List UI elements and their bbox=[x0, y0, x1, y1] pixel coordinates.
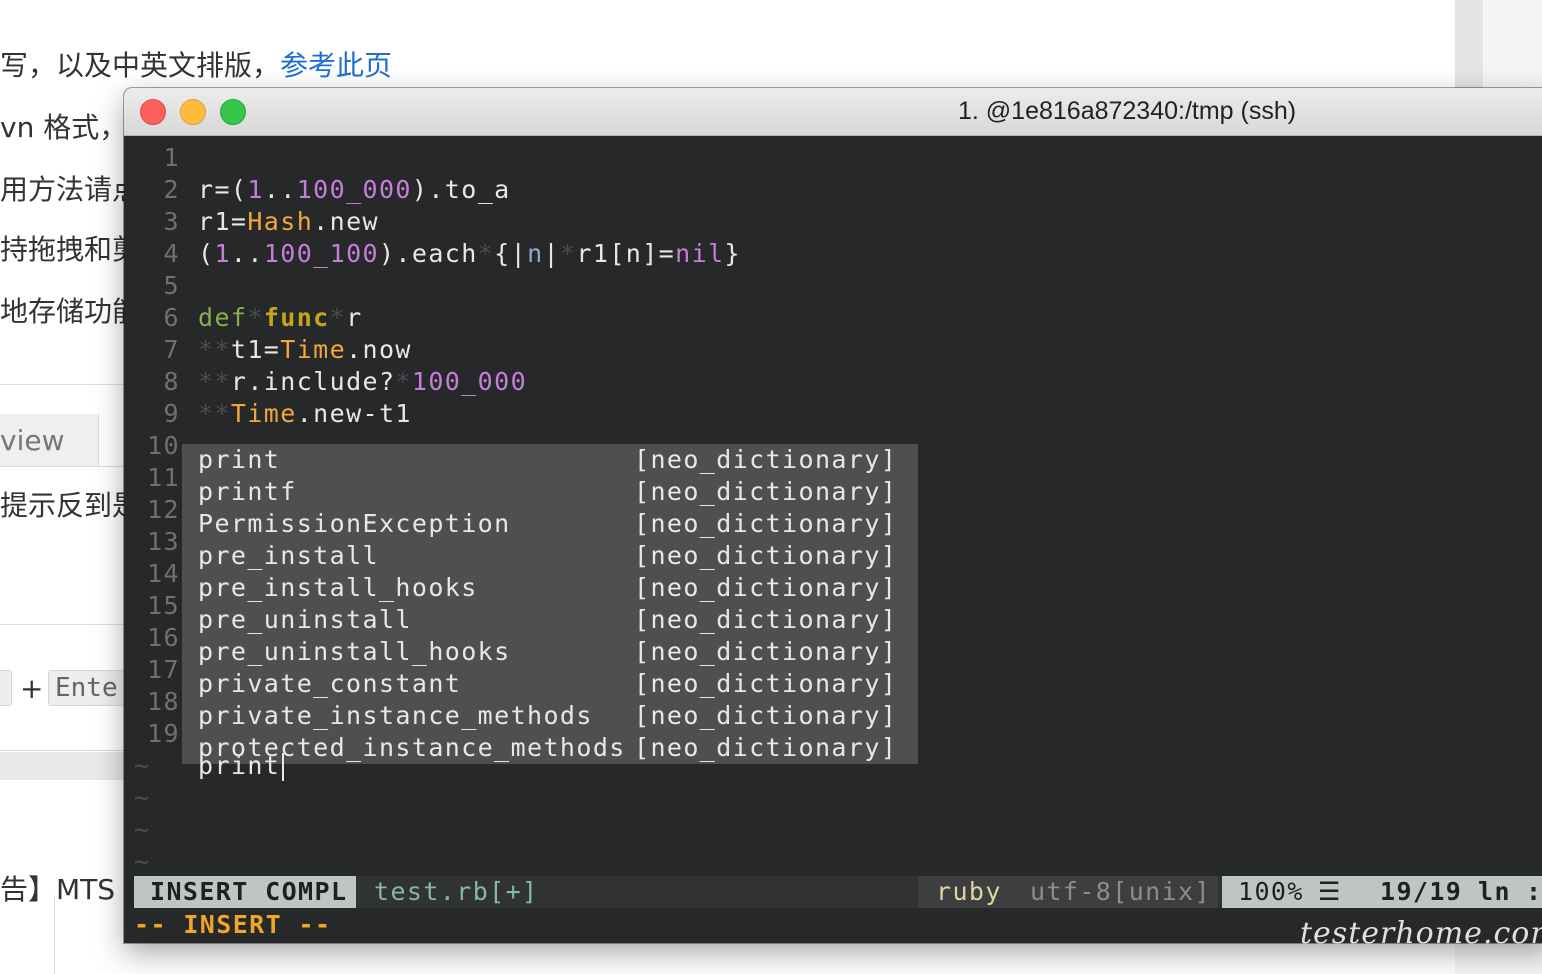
background-text-line: 用方法请点 bbox=[0, 173, 141, 206]
background-strip bbox=[0, 752, 130, 780]
line-number: 17 bbox=[147, 655, 180, 684]
empty-line-tilde: ~ bbox=[134, 847, 151, 876]
mode-indicator: INSERT COMPL bbox=[134, 876, 356, 908]
cursor-position: 19/19 bbox=[1380, 877, 1463, 906]
line-number: 16 bbox=[147, 623, 180, 652]
code-line: **r.include?*100_000 bbox=[198, 367, 528, 396]
completion-item[interactable]: private_instance_methods [neo_dictionary] bbox=[182, 700, 918, 732]
line-number: 15 bbox=[147, 591, 180, 620]
completion-popup[interactable]: print [neo_dictionary] printf [neo_diction… bbox=[182, 444, 918, 764]
background-divider bbox=[54, 895, 55, 974]
window-title: 1. @1e816a872340:/tmp (ssh) bbox=[958, 97, 1297, 125]
completion-item[interactable]: pre_install [neo_dictionary] bbox=[182, 540, 918, 572]
keyboard-key-enter: Ente bbox=[48, 670, 125, 706]
command-line-message: -- INSERT -- bbox=[134, 910, 332, 939]
reference-link[interactable]: 参考此页 bbox=[280, 49, 392, 82]
preview-tab-label: view bbox=[0, 424, 65, 457]
completion-item[interactable]: printf [neo_dictionary] bbox=[182, 476, 918, 508]
line-label: ln bbox=[1478, 877, 1511, 906]
window-titlebar[interactable]: 1. @1e816a872340:/tmp (ssh) bbox=[124, 88, 1542, 136]
watermark-logo: testerhome.com bbox=[1300, 916, 1542, 951]
menu-icon: ☰ bbox=[1318, 877, 1342, 906]
key-plus: + bbox=[20, 672, 44, 705]
background-text-line: 提示反到是 bbox=[0, 489, 141, 522]
file-name: test.rb[+] bbox=[374, 877, 539, 906]
code-line: r=(1..100_000).to_a bbox=[198, 175, 511, 204]
code-line: r1=Hash.new bbox=[198, 207, 379, 236]
preview-tab[interactable]: view bbox=[0, 414, 99, 466]
background-divider bbox=[0, 466, 130, 467]
code-line: (1..100_100).each*{|n|*r1[n]=nil} bbox=[198, 239, 741, 268]
background-text: 写，以及中英文排版， bbox=[0, 49, 281, 82]
filetype-section: ruby utf-8[unix] bbox=[918, 876, 1218, 908]
code-line: **Time.new-t1 bbox=[198, 399, 412, 428]
line-number: 11 bbox=[147, 463, 180, 492]
minimize-window-button[interactable] bbox=[180, 99, 206, 125]
line-number: 14 bbox=[147, 559, 180, 588]
column-indicator: : bbox=[1526, 877, 1542, 906]
line-number: 13 bbox=[147, 527, 180, 556]
keyboard-key bbox=[0, 670, 12, 706]
empty-line-tilde: ~ bbox=[134, 751, 151, 780]
completion-item[interactable]: pre_install_hooks [neo_dictionary] bbox=[182, 572, 918, 604]
vim-editor[interactable]: 1 2 3 4 5 6 7 8 9 10 11 12 13 14 15 16 1… bbox=[134, 136, 1542, 943]
completion-item[interactable]: pre_uninstall_hooks [neo_dictionary] bbox=[182, 636, 918, 668]
empty-line-tilde: ~ bbox=[134, 783, 151, 812]
completion-item[interactable]: PermissionException [neo_dictionary] bbox=[182, 508, 918, 540]
background-scrollbar[interactable] bbox=[1455, 0, 1483, 90]
code-line: **t1=Time.now bbox=[198, 335, 412, 364]
text-cursor bbox=[282, 753, 285, 781]
close-window-button[interactable] bbox=[140, 99, 166, 125]
zoom-window-button[interactable] bbox=[220, 99, 246, 125]
line-number: 12 bbox=[147, 495, 180, 524]
current-code-line[interactable]: print bbox=[134, 718, 285, 781]
completion-item[interactable]: protected_instance_methods [neo_dictionar… bbox=[182, 732, 918, 764]
filetype: ruby bbox=[936, 877, 1002, 906]
background-divider bbox=[0, 384, 130, 385]
background-text-line: 地存储功能 bbox=[0, 295, 141, 328]
scroll-percent: 100% bbox=[1238, 877, 1304, 906]
file-encoding: utf-8[unix] bbox=[1030, 877, 1211, 906]
background-divider bbox=[0, 624, 130, 625]
completion-item[interactable]: print [neo_dictionary] bbox=[182, 444, 918, 476]
line-number: 18 bbox=[147, 687, 180, 716]
completion-item[interactable]: pre_uninstall [neo_dictionary] bbox=[182, 604, 918, 636]
code-line: def*func*r bbox=[198, 303, 363, 332]
background-divider bbox=[0, 750, 130, 751]
terminal-window[interactable]: 1. @1e816a872340:/tmp (ssh) 1 2 3 4 5 6 … bbox=[124, 88, 1542, 943]
completion-item[interactable]: private_constant [neo_dictionary] bbox=[182, 668, 918, 700]
empty-line-tilde: ~ bbox=[134, 815, 151, 844]
background-text-line: 写，以及中英文排版，参考此页 bbox=[0, 44, 392, 84]
position-section: 100% ☰ 19/19 ln : bbox=[1222, 876, 1542, 908]
background-text-line: 告】MTS bbox=[0, 873, 116, 906]
background-text-line: 持拖拽和剪 bbox=[0, 233, 141, 266]
vim-statusline: INSERT COMPL test.rb[+] ruby utf-8[unix]… bbox=[134, 876, 1542, 908]
